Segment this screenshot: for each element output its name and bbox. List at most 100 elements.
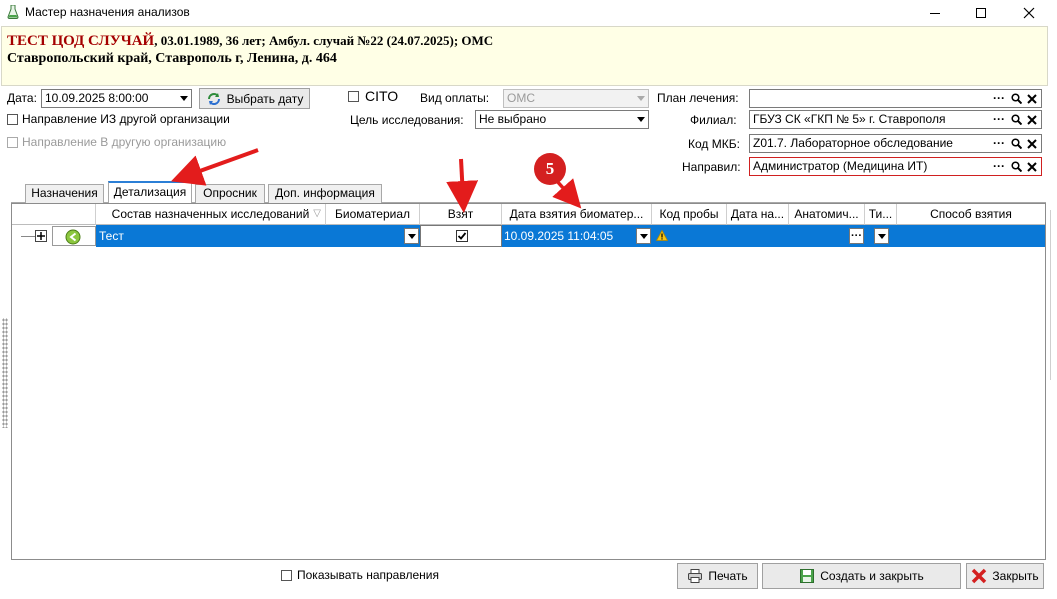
tab-details[interactable]: Детализация bbox=[108, 181, 192, 204]
cell-taken[interactable] bbox=[420, 225, 502, 247]
mkb-more-button[interactable]: ··· bbox=[991, 135, 1007, 152]
ellipsis-icon: ··· bbox=[851, 230, 862, 242]
date-dropdown-button[interactable] bbox=[176, 90, 191, 107]
cell-collection-date[interactable]: 10.09.2025 11:04:05 bbox=[502, 225, 652, 247]
ellipsis-icon: ··· bbox=[993, 112, 1005, 126]
date-cell-dropdown-button[interactable] bbox=[636, 228, 651, 244]
cell-composition[interactable]: Тест bbox=[96, 225, 326, 247]
patient-summary: ТЕСТ ЦОД СЛУЧАЙ, 03.01.1989, 36 лет; Амб… bbox=[7, 33, 493, 50]
chevron-down-icon bbox=[407, 233, 416, 239]
tab-questionnaire[interactable]: Опросник bbox=[195, 184, 265, 203]
maximize-button[interactable] bbox=[958, 0, 1004, 26]
type-dropdown-button[interactable] bbox=[874, 228, 889, 244]
col-header-anatomic[interactable]: Анатомич... bbox=[789, 204, 865, 225]
search-icon bbox=[1010, 138, 1022, 149]
col-header-collection-date[interactable]: Дата взятия биоматер... bbox=[502, 204, 652, 225]
cell-biomaterial[interactable] bbox=[326, 225, 420, 247]
branch-search-button[interactable] bbox=[1008, 111, 1024, 128]
checkbox-box bbox=[281, 570, 292, 581]
clear-icon bbox=[1027, 138, 1037, 149]
cell-date[interactable] bbox=[727, 225, 789, 247]
analyses-grid: Состав назначенных исследований ▽ Биомат… bbox=[11, 203, 1046, 560]
mkb-field[interactable]: Z01.7. Лабораторное обследование ··· bbox=[749, 134, 1042, 153]
close-button[interactable]: Закрыть bbox=[966, 563, 1044, 589]
mkb-search-button[interactable] bbox=[1008, 135, 1024, 152]
window-title: Мастер назначения анализов bbox=[25, 5, 190, 19]
chevron-down-icon bbox=[877, 233, 886, 239]
col-header-type[interactable]: Ти... bbox=[865, 204, 897, 225]
close-window-button[interactable] bbox=[1006, 0, 1052, 26]
expand-button[interactable] bbox=[35, 230, 47, 242]
mkb-label: Код МКБ: bbox=[688, 137, 740, 151]
show-referrals-checkbox[interactable] bbox=[281, 570, 292, 584]
referrer-more-button[interactable]: ··· bbox=[991, 158, 1007, 175]
col-header-method[interactable]: Способ взятия bbox=[897, 204, 1045, 225]
ellipsis-icon: ··· bbox=[993, 91, 1005, 105]
title-bar: Мастер назначения анализов bbox=[0, 0, 1057, 26]
print-label: Печать bbox=[708, 569, 748, 583]
plan-more-button[interactable]: ··· bbox=[991, 90, 1007, 107]
tab-appointments[interactable]: Назначения bbox=[25, 184, 104, 203]
plus-icon bbox=[37, 232, 45, 240]
row-tree-area bbox=[12, 225, 52, 247]
date-input[interactable]: 10.09.2025 8:00:00 bbox=[41, 89, 192, 108]
from-other-org-checkbox[interactable] bbox=[7, 114, 18, 128]
pick-date-button[interactable]: Выбрать дату bbox=[199, 88, 310, 109]
close-icon bbox=[972, 568, 987, 584]
splitter-handle[interactable] bbox=[2, 318, 8, 428]
plan-search-button[interactable] bbox=[1008, 90, 1024, 107]
referrer-field[interactable]: Администратор (Медицина ИТ) ··· bbox=[749, 157, 1042, 176]
payment-value: ОМС bbox=[507, 91, 535, 105]
chevron-down-icon bbox=[636, 96, 645, 101]
plan-field[interactable]: ··· bbox=[749, 89, 1042, 108]
branch-clear-button[interactable] bbox=[1024, 111, 1040, 128]
to-other-org-label: Направление В другую организацию bbox=[22, 135, 227, 149]
scrollbar-edge[interactable] bbox=[1050, 210, 1054, 380]
minimize-button[interactable] bbox=[912, 0, 958, 26]
col-header-composition[interactable]: Состав назначенных исследований ▽ bbox=[96, 204, 326, 225]
filter-icon[interactable]: ▽ bbox=[313, 204, 321, 224]
plan-clear-button[interactable] bbox=[1024, 90, 1040, 107]
branch-more-button[interactable]: ··· bbox=[991, 111, 1007, 128]
checkbox-box bbox=[7, 137, 18, 148]
purpose-select[interactable]: Не выбрано bbox=[475, 110, 649, 129]
clear-icon bbox=[1027, 161, 1037, 172]
tab-extra-info[interactable]: Доп. информация bbox=[268, 184, 382, 203]
anatomic-more-button[interactable]: ··· bbox=[849, 228, 864, 244]
cell-anatomic[interactable]: ··· bbox=[789, 225, 865, 247]
mkb-value: Z01.7. Лабораторное обследование bbox=[753, 136, 953, 150]
col-header-label: Состав назначенных исследований bbox=[111, 207, 310, 221]
referrer-search-button[interactable] bbox=[1008, 158, 1024, 175]
biomaterial-dropdown-button[interactable] bbox=[404, 228, 419, 244]
date-label: Дата: bbox=[7, 91, 37, 105]
col-header-taken[interactable]: Взят bbox=[420, 204, 502, 225]
cell-sample-code[interactable] bbox=[652, 225, 727, 247]
col-header-biomaterial[interactable]: Биоматериал bbox=[326, 204, 420, 225]
checkbox-box bbox=[7, 114, 18, 125]
to-other-org-checkbox bbox=[7, 137, 18, 151]
cito-label: CITO bbox=[365, 88, 399, 104]
show-referrals-label: Показывать направления bbox=[297, 568, 439, 582]
referrer-clear-button[interactable] bbox=[1024, 158, 1040, 175]
cito-checkbox[interactable] bbox=[348, 91, 359, 105]
referrer-label: Направил: bbox=[682, 160, 741, 174]
col-header-sample-code[interactable]: Код пробы bbox=[652, 204, 727, 225]
table-row[interactable]: Тест 10.09.2025 11:04:05 ··· bbox=[12, 225, 1045, 247]
row-status-cell[interactable] bbox=[52, 226, 96, 246]
col-header-date[interactable]: Дата на... bbox=[727, 204, 789, 225]
save-icon bbox=[800, 569, 815, 583]
print-button[interactable]: Печать bbox=[677, 563, 758, 589]
from-other-org-label: Направление ИЗ другой организации bbox=[22, 112, 230, 126]
create-and-close-button[interactable]: Создать и закрыть bbox=[762, 563, 961, 589]
branch-field[interactable]: ГБУЗ СК «ГКП № 5» г. Ставрополя ··· bbox=[749, 110, 1042, 129]
mkb-clear-button[interactable] bbox=[1024, 135, 1040, 152]
printer-icon bbox=[688, 569, 703, 583]
date-value: 10.09.2025 8:00:00 bbox=[45, 91, 149, 105]
grid-header-spacer bbox=[12, 204, 96, 225]
search-icon bbox=[1010, 161, 1022, 172]
maximize-icon bbox=[976, 8, 986, 18]
purpose-dropdown-button[interactable] bbox=[633, 111, 648, 128]
cell-type[interactable] bbox=[865, 225, 897, 247]
payment-dropdown-button bbox=[633, 90, 648, 107]
cell-method[interactable] bbox=[897, 225, 1045, 247]
